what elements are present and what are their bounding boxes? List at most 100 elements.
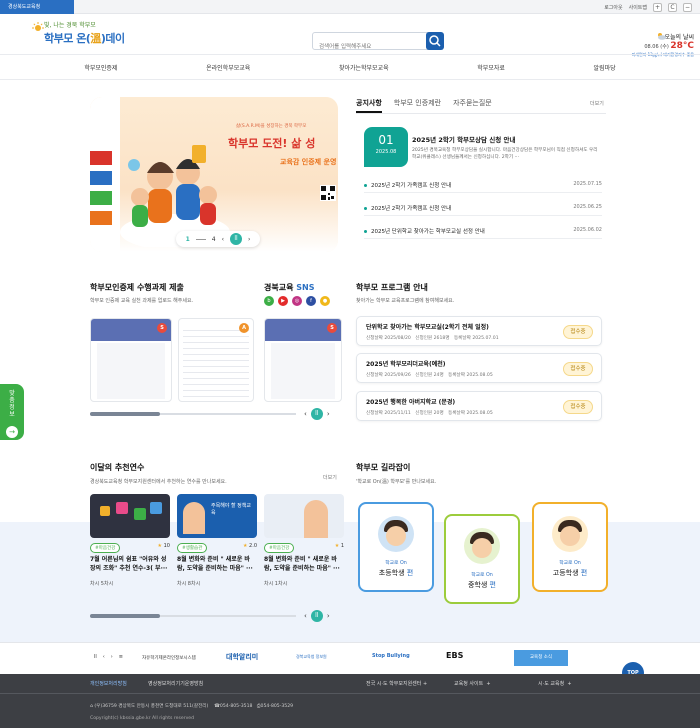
- program-card[interactable]: 2025년 학부모리더교육(예천) 신청날짜 2025/09/26 신청인원 2…: [356, 353, 602, 383]
- star-icon: ★: [242, 543, 248, 549]
- guide-card-middle[interactable]: 학교로 On 중학생 편: [444, 514, 520, 604]
- hero-block-orange: [90, 211, 112, 225]
- guide-name: 중학생 편: [467, 581, 496, 589]
- star-icon: ★: [157, 543, 163, 549]
- nav-item-resources[interactable]: 학부모자료: [477, 63, 505, 72]
- hero-next-button[interactable]: ›: [248, 236, 250, 243]
- partner-controls: ll ‹ › ≡: [94, 654, 123, 660]
- youtube-icon[interactable]: ▶: [278, 296, 288, 306]
- thumb-shape: [134, 508, 146, 520]
- recommend-more-link[interactable]: 더보기: [323, 474, 337, 481]
- recommend-desc: 경상북도교육청 학부모지원센터에서 추천하는 연수를 만나보세요.: [90, 479, 227, 485]
- notice-row[interactable]: 2025년 단위학교 찾아가는 학부모교실 선정 안내 2025.06.02: [364, 227, 602, 239]
- program-card[interactable]: 2025년 행복한 아버지학교 (문경) 신청날짜 2025/11/11 신청인…: [356, 391, 602, 421]
- notice-bullet: [364, 207, 367, 210]
- zoom-in-button[interactable]: +: [653, 2, 662, 12]
- notice-row[interactable]: 2025년 2학기 가족캠프 신청 안내 2025.06.25: [364, 204, 602, 216]
- search-box: [312, 32, 444, 55]
- org-label[interactable]: 경상북도교육청: [0, 0, 74, 14]
- sns-icons: b ▶ ◎ f ●: [264, 296, 330, 306]
- tab-notice[interactable]: 공지사항: [356, 98, 382, 113]
- cert-pause-button[interactable]: ll: [310, 408, 323, 420]
- recommend-pause-button[interactable]: ll: [310, 610, 323, 622]
- kakao-icon[interactable]: ●: [320, 296, 330, 306]
- partner-list-icon[interactable]: ≡: [119, 654, 123, 660]
- hero-pause-button[interactable]: ll: [230, 233, 242, 245]
- partner-logo[interactable]: 대학알리미: [226, 652, 258, 662]
- notice-row[interactable]: 2025년 2학기 가족캠프 신청 안내 2025.07.15: [364, 181, 602, 193]
- notice-more-link[interactable]: 더보기: [590, 100, 604, 107]
- guide-title: 학부모 길라잡이: [356, 463, 411, 472]
- cert-title: 학부모인증제 수행과제 제출: [90, 283, 184, 292]
- program-meta: 신청날짜 2025/08/20 신청인원 2618명 등록날짜 2025.07.…: [366, 336, 499, 341]
- partner-logo[interactable]: EBS: [446, 651, 463, 660]
- guide-name: 고등학생 편: [552, 569, 588, 577]
- program-status-badge[interactable]: 접수중: [563, 400, 593, 414]
- page-root: 경상북도교육청 로그아웃 사이트맵 + C − 빛, 나는 경북 학부모 학부모…: [0, 0, 700, 728]
- nav-item-cert[interactable]: 학부모인증제: [84, 63, 117, 72]
- search-input[interactable]: [313, 39, 421, 55]
- recommend-tag: #마음건강: [90, 543, 121, 553]
- footer-select-centers[interactable]: 전국 시·도 학부모지원센터 +: [366, 680, 446, 687]
- hero-prev-button[interactable]: ‹: [222, 236, 224, 243]
- guide-card-elementary[interactable]: 학교로 On 초등학생 편: [358, 502, 434, 592]
- footer-select-edu[interactable]: 교육청 사이트 +: [454, 680, 530, 687]
- nav-item-online[interactable]: 온라인학부모교육: [206, 63, 250, 72]
- blog-icon[interactable]: b: [264, 296, 274, 306]
- site-footer: 개인정보처리방침 영상정보처리기기운영방침 전국 시·도 학부모지원센터 + 교…: [0, 674, 700, 728]
- notice-row-date: 2025.06.02: [573, 227, 602, 233]
- cert-card[interactable]: A: [178, 318, 254, 402]
- cert-card[interactable]: S: [90, 318, 172, 402]
- footer-copyright: Copyright(c) kbssia.gbe.kr All rights re…: [90, 716, 195, 721]
- recommend-prev-button[interactable]: ‹: [304, 612, 307, 620]
- cert-prev-button[interactable]: ‹: [304, 410, 307, 418]
- sns-card[interactable]: S: [264, 318, 342, 402]
- cctv-policy-link[interactable]: 영상정보처리기기운영방침: [148, 680, 203, 687]
- site-logo[interactable]: 빛, 나는 경북 학부모 학부모 온(溫)데이: [32, 20, 142, 50]
- guide-card-high[interactable]: 학교로 On 고등학생 편: [532, 502, 608, 592]
- notice-featured-title[interactable]: 2025년 2학기 학부모상담 신청 안내: [412, 134, 515, 144]
- instagram-icon[interactable]: ◎: [292, 296, 302, 306]
- recommend-card[interactable]: #마음건강 ★ 1 8월 변화와 준비 " 새로운 바람, 도약을 준비하는 마…: [264, 494, 344, 598]
- footer-select-province[interactable]: 시·도 교육청 +: [538, 680, 608, 687]
- program-status-badge[interactable]: 접수중: [563, 362, 593, 376]
- partner-label[interactable]: 자유학기제온라인정보시스템: [142, 655, 196, 661]
- reset-zoom-button[interactable]: C: [668, 2, 677, 12]
- recommend-tag: #마음건강: [264, 543, 295, 553]
- cloud-sun-icon: [658, 33, 666, 40]
- recommend-card[interactable]: #마음건강 ★ 10 7월 어른님의 쉼표 "어유와 성장의 조화" 추천 연수…: [90, 494, 170, 598]
- partner-logo[interactable]: 경북교육청 정보원: [296, 654, 327, 660]
- facebook-icon[interactable]: f: [306, 296, 316, 306]
- zoom-out-button[interactable]: −: [683, 2, 692, 12]
- program-card[interactable]: 단위학교 찾아가는 학부모교실(2학기 전체 일정) 신청날짜 2025/08/…: [356, 316, 602, 346]
- cert-desc: 학부모 인증제 교육 실천 과제를 업로드 해주세요.: [90, 298, 194, 304]
- recommend-next-button[interactable]: ›: [327, 612, 330, 620]
- sitemap-link[interactable]: 사이트맵: [629, 4, 647, 11]
- program-status-badge[interactable]: 접수중: [563, 325, 593, 339]
- programs-title: 학부모 프로그램 안내: [356, 283, 428, 292]
- tab-faq[interactable]: 자주묻는질문: [453, 98, 492, 113]
- notice-row-title: 2025년 2학기 가족캠프 신청 안내: [371, 206, 452, 212]
- partner-next-button[interactable]: ›: [111, 654, 113, 660]
- cert-next-button[interactable]: ›: [327, 410, 330, 418]
- nav-item-visiting[interactable]: 찾아가는학부모교육: [339, 63, 389, 72]
- footer-links-row: 개인정보처리방침 영상정보처리기기운영방침 전국 시·도 학부모지원센터 + 교…: [0, 674, 700, 694]
- partner-logo[interactable]: Stop Bullying: [372, 653, 410, 659]
- avatar-face: [386, 526, 406, 546]
- logout-link[interactable]: 로그아웃: [604, 4, 622, 11]
- partner-prev-button[interactable]: ‹: [103, 654, 105, 660]
- partner-pause-button[interactable]: ll: [94, 654, 97, 660]
- side-quick-tab[interactable]: 맞춤정보 →: [0, 384, 24, 440]
- cert-card-body: [97, 343, 165, 399]
- recommend-score: ★ 2.0: [242, 543, 257, 549]
- partner-logo[interactable]: 교육청 소식: [514, 650, 568, 666]
- tab-cert-info[interactable]: 학부모 인증제란: [394, 98, 441, 113]
- recommend-thumbnail: 주목해야 할 정책교육: [177, 494, 257, 538]
- hero-banner[interactable]: 삶(S.A.R.M)을 성장하는 경북 학부모 학부모 도전! 삶 성 교육감 …: [90, 97, 338, 252]
- recommend-card[interactable]: 주목해야 할 정책교육 #생활습관 ★ 2.0 8월 변화와 준비 " 새로운 …: [177, 494, 257, 598]
- search-button[interactable]: [426, 32, 444, 50]
- avatar-face: [472, 538, 492, 558]
- nav-item-notice[interactable]: 알림마당: [594, 63, 616, 72]
- hero-controls: 1 4 ‹ ll ›: [176, 231, 260, 247]
- privacy-link[interactable]: 개인정보처리방침: [90, 680, 127, 687]
